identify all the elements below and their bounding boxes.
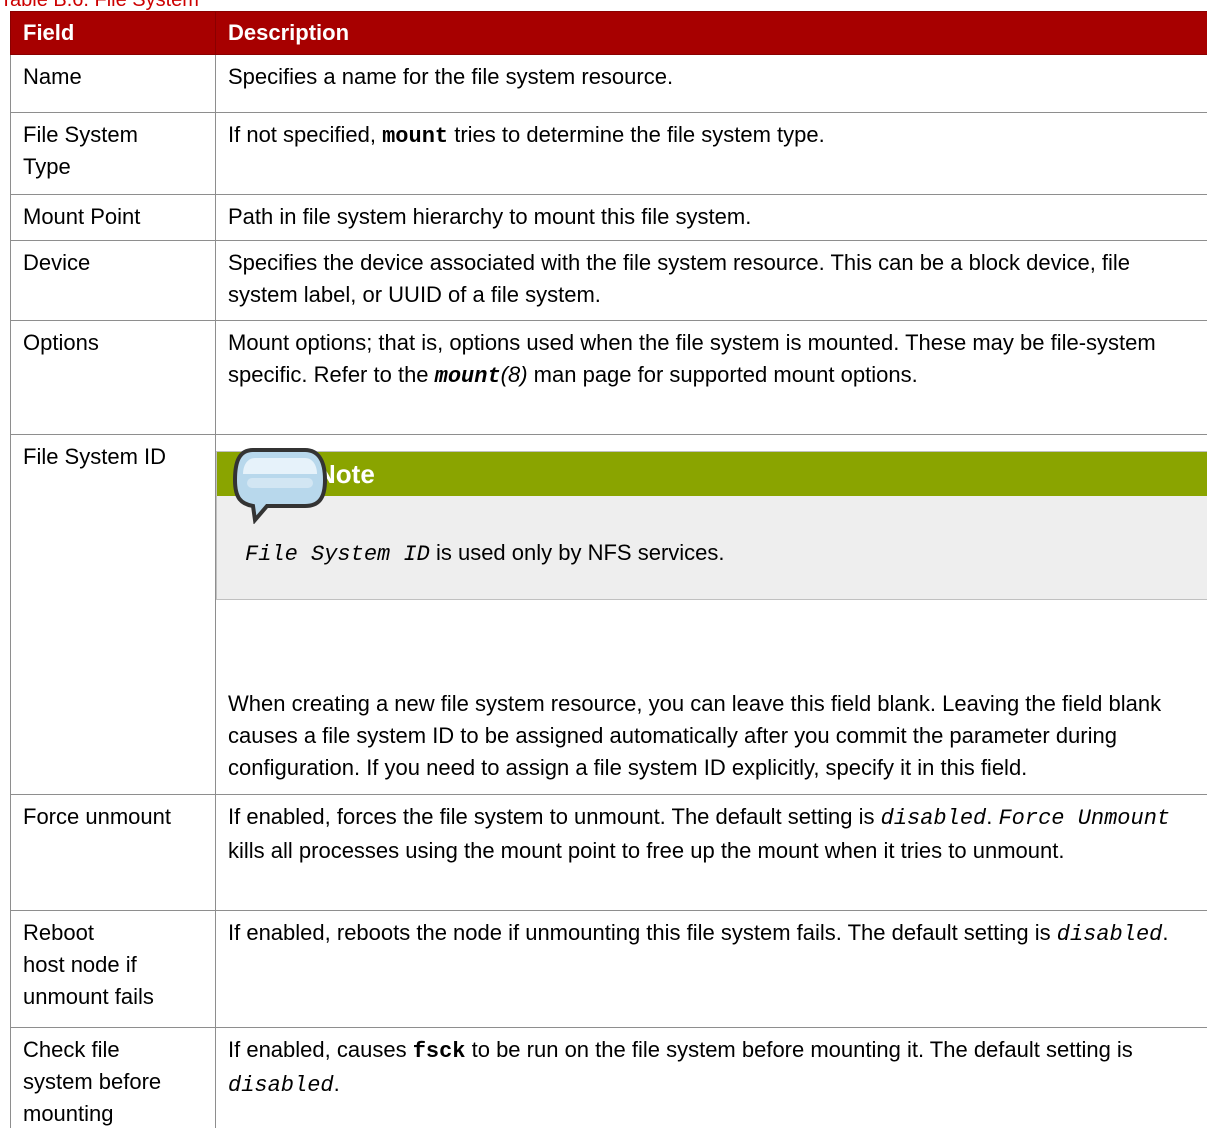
desc-check-mid: to be run on the file system before moun… (465, 1037, 1133, 1062)
field-fs-type-line1: File System (23, 122, 138, 147)
note-box: Note File System ID is used only by NFS … (216, 448, 1207, 600)
desc-options: Mount options; that is, options used whe… (215, 320, 1207, 435)
desc-options-post: man page for supported mount options. (527, 362, 918, 387)
file-system-parameters-table: Field Description Name Specifies a name … (10, 11, 1207, 1128)
field-name: Name (10, 54, 216, 113)
term-force-unmount: Force Unmount (998, 806, 1171, 831)
field-force-unmount: Force unmount (10, 794, 216, 911)
desc-fs-type: If not specified, mount tries to determi… (215, 112, 1207, 195)
desc-reboot: If enabled, reboots the node if unmounti… (215, 910, 1207, 1028)
table-row: Force unmount If enabled, forces the fil… (10, 794, 1207, 911)
field-reboot-line2: host node if (23, 952, 137, 977)
page: Table B.6. File System Field Description… (0, 0, 1207, 1128)
note-fs-id-term: File System ID (245, 542, 430, 567)
header-description: Description (215, 11, 1207, 55)
field-reboot-line3: unmount fails (23, 984, 154, 1009)
table-row: Name Specifies a name for the file syste… (10, 54, 1207, 113)
field-fs-type: File System Type (10, 112, 216, 195)
desc-reboot-pre: If enabled, reboots the node if unmounti… (228, 920, 1057, 945)
table-row: Options Mount options; that is, options … (10, 320, 1207, 435)
note-body: File System ID is used only by NFS servi… (217, 496, 1207, 599)
field-options: Options (10, 320, 216, 435)
table-row: File System Type If not specified, mount… (10, 112, 1207, 195)
desc-device: Specifies the device associated with the… (215, 240, 1207, 321)
table-header-row: Field Description (10, 11, 1207, 55)
value-disabled: disabled (880, 806, 987, 831)
desc-force-pre: If enabled, forces the file system to un… (228, 804, 881, 829)
desc-name: Specifies a name for the file system res… (215, 54, 1207, 113)
table-row: Mount Point Path in file system hierarch… (10, 194, 1207, 241)
field-check-line3: mounting (23, 1101, 114, 1126)
table-row: Device Specifies the device associated w… (10, 240, 1207, 321)
field-reboot: Reboot host node if unmount fails (10, 910, 216, 1028)
field-reboot-line1: Reboot (23, 920, 94, 945)
desc-check-post: . (333, 1071, 340, 1096)
mount-man-page: mount (434, 364, 501, 389)
field-mount-point: Mount Point (10, 194, 216, 241)
field-device: Device (10, 240, 216, 321)
desc-mount-point: Path in file system hierarchy to mount t… (215, 194, 1207, 241)
mount-command: mount (382, 124, 449, 149)
note-admonition: Note File System ID is used only by NFS … (216, 451, 1207, 600)
fsck-command: fsck (412, 1039, 466, 1064)
field-check-line1: Check file (23, 1037, 120, 1062)
desc-fs-id: Note File System ID is used only by NFS … (215, 434, 1207, 795)
field-check-line2: system before (23, 1069, 162, 1094)
field-fs-type-line2: Type (23, 154, 71, 179)
desc-fs-id-text: When creating a new file system resource… (228, 691, 1162, 780)
note-text: is used only by NFS services. (429, 540, 725, 565)
value-disabled: disabled (1056, 922, 1163, 947)
header-field: Field (10, 11, 216, 55)
desc-force-unmount: If enabled, forces the file system to un… (215, 794, 1207, 911)
desc-check-pre: If enabled, causes (228, 1037, 413, 1062)
table-row: File System ID Note File System ID is us… (10, 434, 1207, 795)
field-fs-id: File System ID (10, 434, 216, 795)
value-disabled: disabled (228, 1073, 334, 1098)
note-header: Note (217, 452, 1207, 496)
field-check-fs: Check file system before mounting (10, 1027, 216, 1128)
mount-man-section: (8) (500, 362, 528, 387)
desc-reboot-post: . (1162, 920, 1169, 945)
table-row: Reboot host node if unmount fails If ena… (10, 910, 1207, 1028)
desc-check-fs: If enabled, causes fsck to be run on the… (215, 1027, 1207, 1128)
desc-fs-type-post: tries to determine the file system type. (448, 122, 825, 147)
table-row: Check file system before mounting If ena… (10, 1027, 1207, 1128)
desc-fs-type-pre: If not specified, (228, 122, 383, 147)
desc-force-mid: . (986, 804, 999, 829)
speech-bubble-icon (232, 448, 328, 524)
desc-force-post: kills all processes using the mount poin… (228, 838, 1065, 863)
